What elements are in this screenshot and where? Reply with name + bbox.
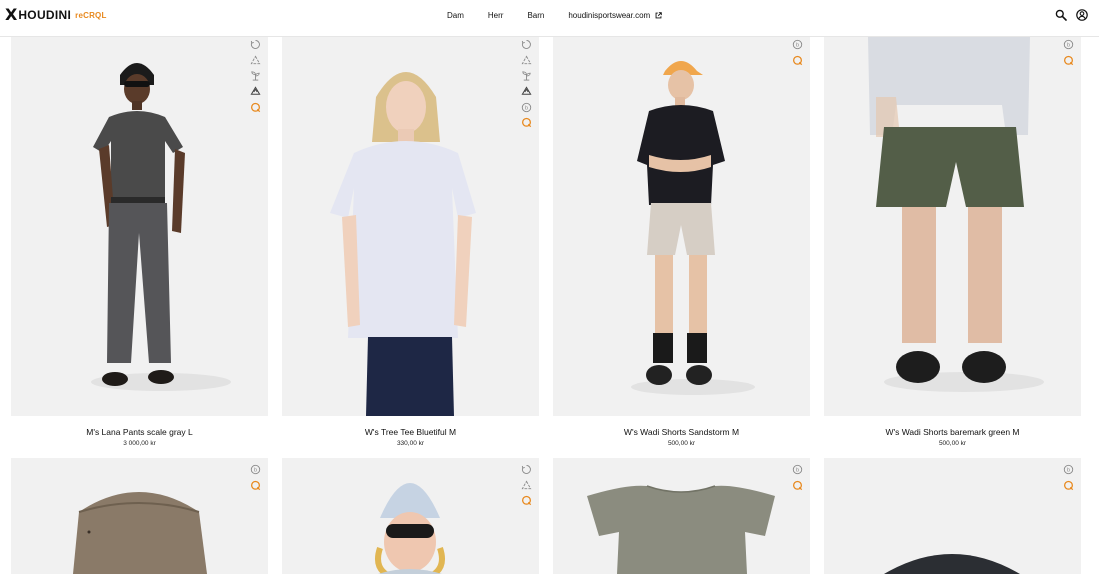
model-figure	[631, 61, 755, 395]
biodegradable-icon: b	[521, 102, 532, 112]
recycled-icon	[250, 86, 261, 95]
site-header: X HOUDINI reCRQL Dam Herr Barn houdinisp…	[0, 0, 1099, 37]
product-card[interactable]: b	[11, 458, 268, 574]
recrql-icon	[251, 102, 261, 112]
product-title[interactable]: W's Wadi Shorts baremark green M	[824, 427, 1081, 437]
product-card[interactable]: b W's Wadi Shorts baremark green M 500,0…	[824, 37, 1081, 457]
plant-icon	[251, 71, 260, 81]
product-image[interactable]: b	[282, 37, 539, 416]
search-icon[interactable]	[1055, 9, 1067, 21]
circular-icon	[521, 465, 531, 474]
product-card[interactable]: M's Lana Pants scale gray L 3 000,00 kr	[11, 37, 268, 457]
product-price: 500,00 kr	[667, 440, 696, 447]
model-figure	[375, 483, 445, 574]
product-image[interactable]	[282, 458, 539, 574]
product-title[interactable]: M's Lana Pants scale gray L	[11, 427, 268, 437]
product-card[interactable]: b	[553, 458, 810, 574]
recycled-icon	[521, 86, 532, 95]
circular-icon	[250, 40, 260, 49]
sustainability-badges: b	[792, 464, 803, 495]
model-figure	[330, 72, 476, 416]
model-figure	[868, 37, 1044, 392]
circular-icon	[521, 40, 531, 49]
svg-text:b: b	[1067, 468, 1070, 474]
sustainability-badges: b	[1063, 39, 1074, 70]
product-price: 330,00 kr	[396, 440, 425, 447]
recrql-icon	[1064, 480, 1074, 490]
product-image[interactable]: b	[824, 37, 1081, 416]
product-image[interactable]: b	[11, 458, 268, 574]
sustainability-badges: b	[521, 39, 532, 133]
sustainability-badges: b	[250, 464, 261, 495]
product-figure	[587, 485, 775, 574]
svg-text:b: b	[254, 468, 257, 474]
product-image[interactable]	[11, 37, 268, 416]
svg-text:b: b	[796, 43, 799, 49]
biodegradable-icon: b	[1063, 39, 1074, 50]
sustainability-badges	[521, 464, 532, 511]
product-title[interactable]: W's Tree Tee Bluetiful M	[282, 427, 539, 437]
product-title[interactable]: W's Wadi Shorts Sandstorm M	[553, 427, 810, 437]
biodegradable-icon: b	[250, 464, 261, 475]
product-card[interactable]	[282, 458, 539, 574]
main-nav: Dam Herr Barn houdinisportswear.com	[447, 11, 662, 20]
recrql-icon	[522, 496, 532, 506]
biodegradable-icon: b	[1063, 464, 1074, 475]
biodegradable-icon: b	[792, 464, 803, 475]
external-link-icon	[655, 12, 662, 19]
nav-item-houdinisportswear-label[interactable]: houdinisportswear.com	[568, 11, 650, 20]
product-card[interactable]: b W's Tree Tee Bluetiful M 330,00 kr	[282, 37, 539, 457]
product-image[interactable]: b	[824, 458, 1081, 574]
product-figure	[884, 554, 1020, 574]
logo-mark: X	[5, 5, 18, 24]
logo-sub: reCRQL	[75, 10, 107, 20]
houdini-recrql-logo[interactable]: X HOUDINI reCRQL	[5, 5, 107, 24]
plant-icon	[522, 71, 531, 81]
recrql-icon	[522, 118, 532, 128]
nav-item-barn[interactable]: Barn	[527, 11, 544, 20]
product-figure	[73, 492, 207, 574]
product-price: 3 000,00 kr	[123, 440, 156, 447]
product-image[interactable]: b	[553, 37, 810, 416]
logo-brand: HOUDINI	[18, 8, 72, 22]
recrql-icon	[251, 480, 261, 490]
sustainability-badges	[250, 39, 261, 117]
recrql-icon	[1064, 55, 1074, 65]
product-price: 500,00 kr	[938, 440, 967, 447]
recrql-icon	[793, 55, 803, 65]
product-card[interactable]: b W's Wadi Shorts Sandstorm M 500,00 kr	[553, 37, 810, 457]
svg-text:b: b	[525, 105, 528, 111]
account-icon[interactable]	[1076, 9, 1088, 21]
nav-item-herr[interactable]: Herr	[488, 11, 504, 20]
sustainability-badges: b	[792, 39, 803, 70]
model-figure	[91, 63, 231, 391]
svg-text:b: b	[796, 468, 799, 474]
recycle-icon	[521, 480, 532, 489]
nav-item-houdinisportswear[interactable]: houdinisportswear.com	[568, 11, 662, 20]
svg-text:b: b	[1067, 43, 1070, 49]
recycle-icon	[250, 55, 261, 64]
nav-item-dam[interactable]: Dam	[447, 11, 464, 20]
recrql-icon	[793, 480, 803, 490]
sustainability-badges: b	[1063, 464, 1074, 495]
product-card[interactable]: b	[824, 458, 1081, 574]
recycle-icon	[521, 55, 532, 64]
product-image[interactable]: b	[553, 458, 810, 574]
biodegradable-icon: b	[792, 39, 803, 50]
